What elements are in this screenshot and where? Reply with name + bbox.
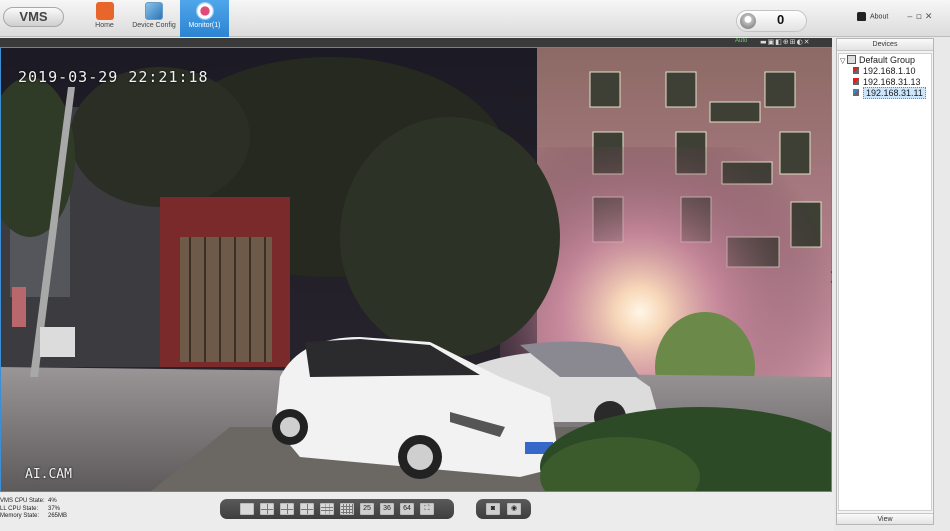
video-toolbar-icons[interactable]: ▬▣◧⊕⊞◐✕ <box>760 38 811 46</box>
nav-home-label: Home <box>95 22 114 29</box>
devices-panel: Devices ▽ Default Group 192.168.1.10 192.… <box>836 38 934 525</box>
layout-6-button[interactable] <box>280 503 294 515</box>
layout-4-button[interactable] <box>260 503 274 515</box>
monitor-icon <box>195 2 214 20</box>
tree-toggle-icon[interactable]: ▽ <box>840 56 847 67</box>
tree-device-item[interactable]: 192.168.1.10 <box>853 66 916 77</box>
camera-scene <box>0 47 832 492</box>
video-viewport[interactable]: Auto ▬▣◧⊕⊞◐✕ 2019-03-29 22:21:18 AI.CAM <box>0 38 832 492</box>
layout-64-button[interactable]: 64 <box>400 503 414 515</box>
vms-cpu-state: VMS CPU State: 4% <box>0 498 57 504</box>
nav-monitor-button[interactable]: Monitor(1) <box>180 0 229 37</box>
layout-9-button[interactable] <box>320 503 334 515</box>
osd-camera-name: AI.CAM <box>25 467 72 482</box>
capture-toolbar: ◙ ◉ <box>476 499 531 519</box>
tree-group-default[interactable]: ▽ Default Group <box>840 55 915 66</box>
vms-cpu-label: VMS CPU State: <box>0 498 45 504</box>
vms-cpu-value: 4% <box>48 498 57 504</box>
ll-cpu-label: LL CPU State: <box>0 506 39 512</box>
vms-logo: VMS <box>3 7 64 27</box>
layout-1-button[interactable] <box>240 503 254 515</box>
snapshot-button[interactable]: ◙ <box>486 503 500 515</box>
alarm-bulb-icon <box>740 13 756 29</box>
home-icon <box>95 2 114 20</box>
device-ip-label: 192.168.31.13 <box>863 77 921 87</box>
tree-device-item-selected[interactable]: 192.168.31.11 <box>853 87 926 99</box>
layout-16-button[interactable] <box>340 503 354 515</box>
memory-label: Memory State: <box>0 513 40 519</box>
video-toolbar: Auto ▬▣◧⊕⊞◐✕ <box>0 38 832 47</box>
ll-cpu-value: 37% <box>48 506 61 512</box>
window-controls[interactable]: ‒▫✕ <box>907 12 935 22</box>
device-config-icon <box>145 2 163 20</box>
alarm-indicator[interactable]: 0 <box>736 10 807 32</box>
camera-offline-icon <box>853 78 859 85</box>
nav-device-config-label: Device Config <box>132 22 176 29</box>
osd-timestamp: 2019-03-29 22:21:18 <box>18 68 209 86</box>
devices-panel-header[interactable]: Devices <box>837 39 933 51</box>
nav-device-config-button[interactable]: Device Config <box>130 0 178 37</box>
vms-app: VMS Home Device Config Monitor(1) 0 Abou… <box>0 0 950 531</box>
top-bar: VMS Home Device Config Monitor(1) 0 Abou… <box>0 0 950 37</box>
group-icon <box>847 55 856 64</box>
device-tree: ▽ Default Group 192.168.1.10 192.168.31.1… <box>838 53 932 511</box>
camera-online-icon <box>853 89 859 96</box>
about-button[interactable]: About <box>857 12 888 21</box>
nav-monitor-label: Monitor(1) <box>188 22 221 29</box>
device-ip-label: 192.168.1.10 <box>863 66 916 76</box>
layout-8-button[interactable] <box>300 503 314 515</box>
device-ip-label: 192.168.31.11 <box>863 87 926 99</box>
shirt-icon <box>857 12 866 21</box>
record-button[interactable]: ◉ <box>507 503 521 515</box>
alarm-count: 0 <box>777 12 785 27</box>
ll-cpu-state: LL CPU State: 37% <box>0 506 60 512</box>
camera-offline-icon <box>853 67 859 74</box>
view-tab[interactable]: View <box>837 513 933 524</box>
panel-expand-arrow-icon[interactable]: ❯ <box>829 270 832 283</box>
memory-value: 265MB <box>48 513 68 519</box>
about-label: About <box>870 13 889 21</box>
group-label: Default Group <box>859 55 916 65</box>
audio-mode-label[interactable]: Auto <box>735 38 747 44</box>
memory-state: Memory State: 265MB <box>0 513 67 519</box>
bottom-bar: VMS CPU State: 4% LL CPU State: 37% Memory… <box>0 492 834 531</box>
nav-home-button[interactable]: Home <box>88 0 121 37</box>
fullscreen-button[interactable]: ⛶ <box>420 503 434 515</box>
layout-36-button[interactable]: 36 <box>380 503 394 515</box>
layout-25-button[interactable]: 25 <box>360 503 374 515</box>
layout-toolbar: 25 36 64 ⛶ <box>220 499 454 519</box>
